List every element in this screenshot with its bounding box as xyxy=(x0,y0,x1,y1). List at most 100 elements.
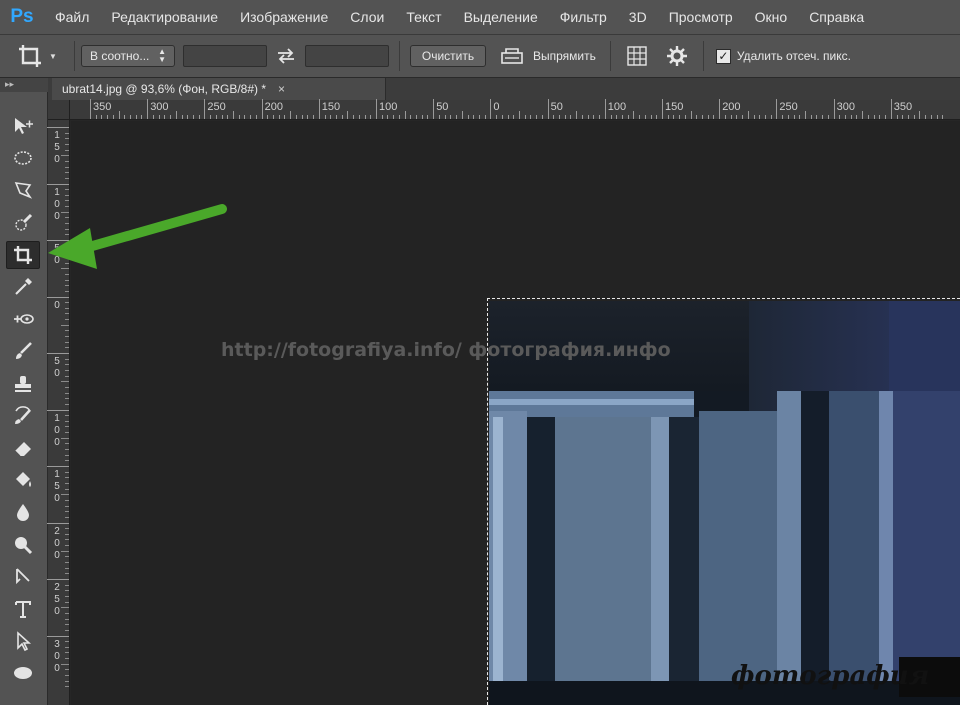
elliptical-marquee-tool-icon xyxy=(14,151,32,165)
menu-type[interactable]: Текст xyxy=(395,0,452,34)
ruler-tick xyxy=(478,115,480,119)
ruler-tick xyxy=(473,115,475,119)
blur-tool-button[interactable] xyxy=(6,498,40,526)
ruler-tick xyxy=(639,115,641,119)
menu-help[interactable]: Справка xyxy=(798,0,875,34)
ruler-tick xyxy=(61,494,69,496)
ruler-tick xyxy=(907,115,909,119)
pen-tool-icon xyxy=(16,568,30,584)
ruler-label: 150 xyxy=(665,101,684,113)
ruler-tick xyxy=(679,115,681,119)
ruler-tick xyxy=(496,115,498,119)
clone-stamp-tool-button[interactable] xyxy=(6,370,40,398)
ruler-tick xyxy=(65,172,69,174)
crop-tool-button[interactable] xyxy=(6,240,40,269)
menu-window[interactable]: Окно xyxy=(744,0,799,34)
ruler-label: 350 xyxy=(93,101,112,113)
ruler-label: 50 xyxy=(54,243,60,266)
menu-bar: Ps Файл Редактирование Изображение Слои … xyxy=(0,0,960,34)
menu-file[interactable]: Файл xyxy=(44,0,100,34)
ruler-tick xyxy=(919,111,921,119)
crop-settings-button[interactable] xyxy=(657,45,697,67)
swap-dimensions-button[interactable] xyxy=(267,48,305,64)
ruler-tick xyxy=(255,115,257,119)
ruler-tick xyxy=(330,115,332,119)
tools-panel: ▸▸ xyxy=(0,78,48,705)
ruler-tick xyxy=(65,499,69,501)
menu-3d[interactable]: 3D xyxy=(618,0,658,34)
document-tab[interactable]: ubrat14.jpg @ 93,6% (Фон, RGB/8#) * × xyxy=(52,78,386,100)
ruler-tick xyxy=(776,99,778,119)
menu-select[interactable]: Выделение xyxy=(453,0,549,34)
overlay-options-button[interactable] xyxy=(617,45,657,67)
quick-selection-tool-button[interactable] xyxy=(6,209,40,237)
photoshop-logo[interactable]: Ps xyxy=(0,0,44,34)
ruler-tick xyxy=(787,115,789,119)
ruler-tick xyxy=(536,115,538,119)
ruler-tick xyxy=(553,115,555,119)
close-icon[interactable]: × xyxy=(278,82,285,96)
straighten-button[interactable]: Выпрямить xyxy=(500,47,596,65)
horizontal-ruler: 350 300 250 200 150 100 50 0 50 100 150 200 250 300 35… xyxy=(70,99,960,120)
separator xyxy=(702,41,704,71)
type-tool-icon xyxy=(15,601,31,618)
ruler-tick xyxy=(507,115,509,119)
ruler-label: 250 xyxy=(54,582,60,617)
ruler-tick xyxy=(65,234,69,236)
ruler-tick xyxy=(301,115,303,119)
ruler-tick xyxy=(805,111,806,119)
menu-view[interactable]: Просмотр xyxy=(658,0,744,34)
width-field[interactable] xyxy=(183,45,267,67)
ratio-select[interactable]: В соотно... ▲ ▼ xyxy=(81,45,175,67)
height-field[interactable] xyxy=(305,45,389,67)
crop-preset-picker[interactable]: ▼ xyxy=(6,41,68,71)
ruler-tick xyxy=(61,663,69,665)
ruler-tick xyxy=(930,115,932,119)
dodge-tool-button[interactable] xyxy=(6,531,40,559)
brush-tool-button[interactable] xyxy=(6,337,40,365)
history-brush-button[interactable] xyxy=(6,402,40,430)
ruler-tick xyxy=(358,115,360,119)
ruler-tick xyxy=(656,115,658,119)
ruler-tick xyxy=(192,115,194,119)
lasso-tool-button[interactable] xyxy=(6,176,40,204)
panel-collapse-grip[interactable]: ▸▸ xyxy=(0,78,48,92)
menu-layers[interactable]: Слои xyxy=(339,0,395,34)
ruler-tick xyxy=(47,353,69,354)
eraser-tool-button[interactable] xyxy=(6,434,40,462)
menu-image[interactable]: Изображение xyxy=(229,0,339,34)
pen-tool-button[interactable] xyxy=(6,563,40,591)
ruler-origin-corner[interactable] xyxy=(48,100,70,120)
clear-button[interactable]: Очистить xyxy=(410,45,486,67)
ruler-tick xyxy=(61,607,69,609)
spot-healing-brush-button[interactable] xyxy=(6,305,40,333)
ruler-tick xyxy=(65,573,69,575)
ruler-tick xyxy=(47,466,69,467)
ruler-label: 100 xyxy=(379,101,398,113)
path-selection-button[interactable] xyxy=(6,627,40,655)
ruler-tick xyxy=(827,115,829,119)
separator xyxy=(399,41,400,71)
menu-edit[interactable]: Редактирование xyxy=(100,0,229,34)
ruler-tick xyxy=(501,115,503,119)
ellipse-shape-button[interactable] xyxy=(6,659,40,687)
ruler-tick xyxy=(204,99,206,119)
paint-bucket-button[interactable] xyxy=(6,466,40,494)
ruler-tick xyxy=(450,115,452,119)
ruler-tick xyxy=(559,115,561,119)
ruler-tick xyxy=(65,415,69,417)
document-canvas[interactable]: фотография http://fotografiya.info/ фото… xyxy=(71,121,960,705)
ruler-tick xyxy=(530,115,532,119)
delete-cropped-checkbox[interactable]: ✓ Удалить отсеч. пикс. xyxy=(715,48,851,64)
ruler-tick xyxy=(65,567,69,569)
brush-tool-icon xyxy=(16,342,32,360)
ruler-tick xyxy=(427,115,429,119)
type-tool-button[interactable] xyxy=(6,595,40,623)
ruler-tick xyxy=(244,115,246,119)
ruler-tick xyxy=(47,296,69,298)
menu-filter[interactable]: Фильтр xyxy=(549,0,618,34)
move-tool-button[interactable] xyxy=(6,112,40,140)
eyedropper-tool-button[interactable] xyxy=(6,273,40,301)
elliptical-marquee-tool-button[interactable] xyxy=(6,144,40,172)
ruler-tick xyxy=(942,115,944,119)
